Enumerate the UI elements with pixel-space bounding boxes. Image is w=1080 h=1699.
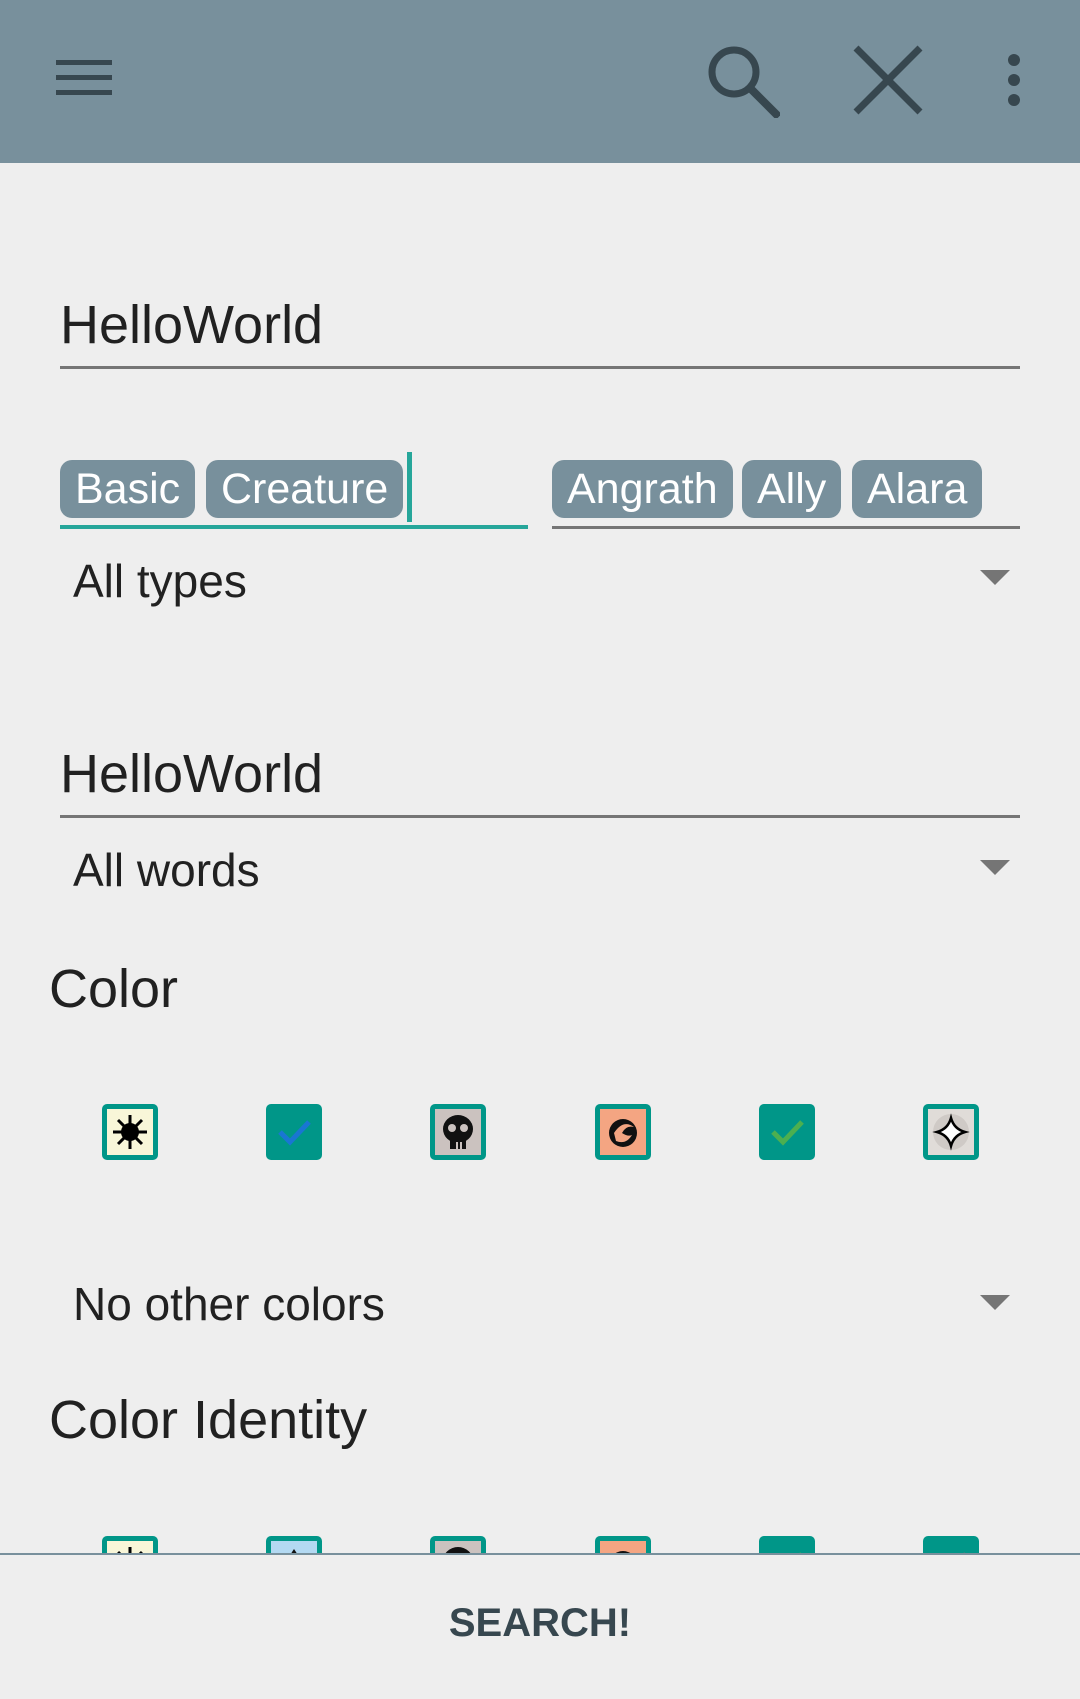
- more-vert-icon[interactable]: [998, 52, 1030, 108]
- identity-checkbox-white[interactable]: [102, 1536, 158, 1553]
- subtype-chip[interactable]: Ally: [742, 460, 842, 518]
- black-mana-icon: [435, 1109, 481, 1155]
- color-checkbox-white[interactable]: [102, 1104, 158, 1160]
- card-name-field[interactable]: HelloWorld: [60, 289, 1020, 369]
- color-checkbox-green[interactable]: [759, 1104, 815, 1160]
- white-mana-icon: [107, 1109, 153, 1155]
- text-logic-dropdown[interactable]: All words: [60, 803, 1020, 933]
- identity-checkbox-blue[interactable]: [266, 1536, 322, 1553]
- identity-checkbox-red[interactable]: [595, 1536, 651, 1553]
- chevron-down-icon: [980, 1295, 1010, 1310]
- color-section-title: Color: [49, 959, 179, 1019]
- chevron-down-icon: [980, 860, 1010, 875]
- subtype-chip[interactable]: Angrath: [552, 460, 733, 518]
- search-icon[interactable]: [704, 42, 782, 120]
- card-text-value: HelloWorld: [60, 744, 324, 804]
- color-checkbox-blue[interactable]: [266, 1104, 322, 1160]
- text-logic-selected: All words: [73, 844, 260, 896]
- menu-icon[interactable]: [54, 58, 114, 98]
- type-logic-selected: All types: [73, 555, 247, 607]
- red-mana-icon: [600, 1109, 646, 1155]
- close-icon[interactable]: [850, 42, 926, 118]
- card-name-value: HelloWorld: [60, 295, 324, 355]
- check-icon: [278, 1120, 311, 1146]
- supertype-chip[interactable]: Basic: [60, 460, 196, 518]
- black-mana-icon: [435, 1541, 481, 1553]
- color-identity-section-title: Color Identity: [49, 1390, 368, 1450]
- supertype-chip[interactable]: Creature: [206, 460, 404, 518]
- red-mana-icon: [600, 1541, 646, 1553]
- search-form: HelloWorld Basic Creature Angrath Ally A…: [0, 163, 1080, 1553]
- colorless-mana-icon: [928, 1109, 974, 1155]
- identity-checkbox-black[interactable]: [430, 1536, 486, 1553]
- color-checkbox-colorless[interactable]: [923, 1104, 979, 1160]
- blue-mana-icon: [271, 1541, 317, 1553]
- search-button[interactable]: SEARCH!: [390, 1583, 690, 1663]
- type-logic-dropdown[interactable]: All types: [60, 512, 1020, 642]
- color-logic-dropdown[interactable]: No other colors: [60, 1235, 1020, 1365]
- app-bar: [0, 0, 1080, 163]
- color-logic-selected: No other colors: [73, 1278, 385, 1330]
- chevron-down-icon: [980, 570, 1010, 585]
- subtype-chip[interactable]: Alara: [852, 460, 983, 518]
- check-icon: [771, 1120, 804, 1146]
- check-icon: [963, 1552, 965, 1553]
- check-icon: [799, 1552, 801, 1553]
- white-mana-icon: [107, 1541, 153, 1553]
- color-checkbox-black[interactable]: [430, 1104, 486, 1160]
- identity-checkbox-green[interactable]: [759, 1536, 815, 1553]
- bottom-bar: SEARCH!: [0, 1553, 1080, 1699]
- identity-checkbox-colorless[interactable]: [923, 1536, 979, 1553]
- color-checkbox-red[interactable]: [595, 1104, 651, 1160]
